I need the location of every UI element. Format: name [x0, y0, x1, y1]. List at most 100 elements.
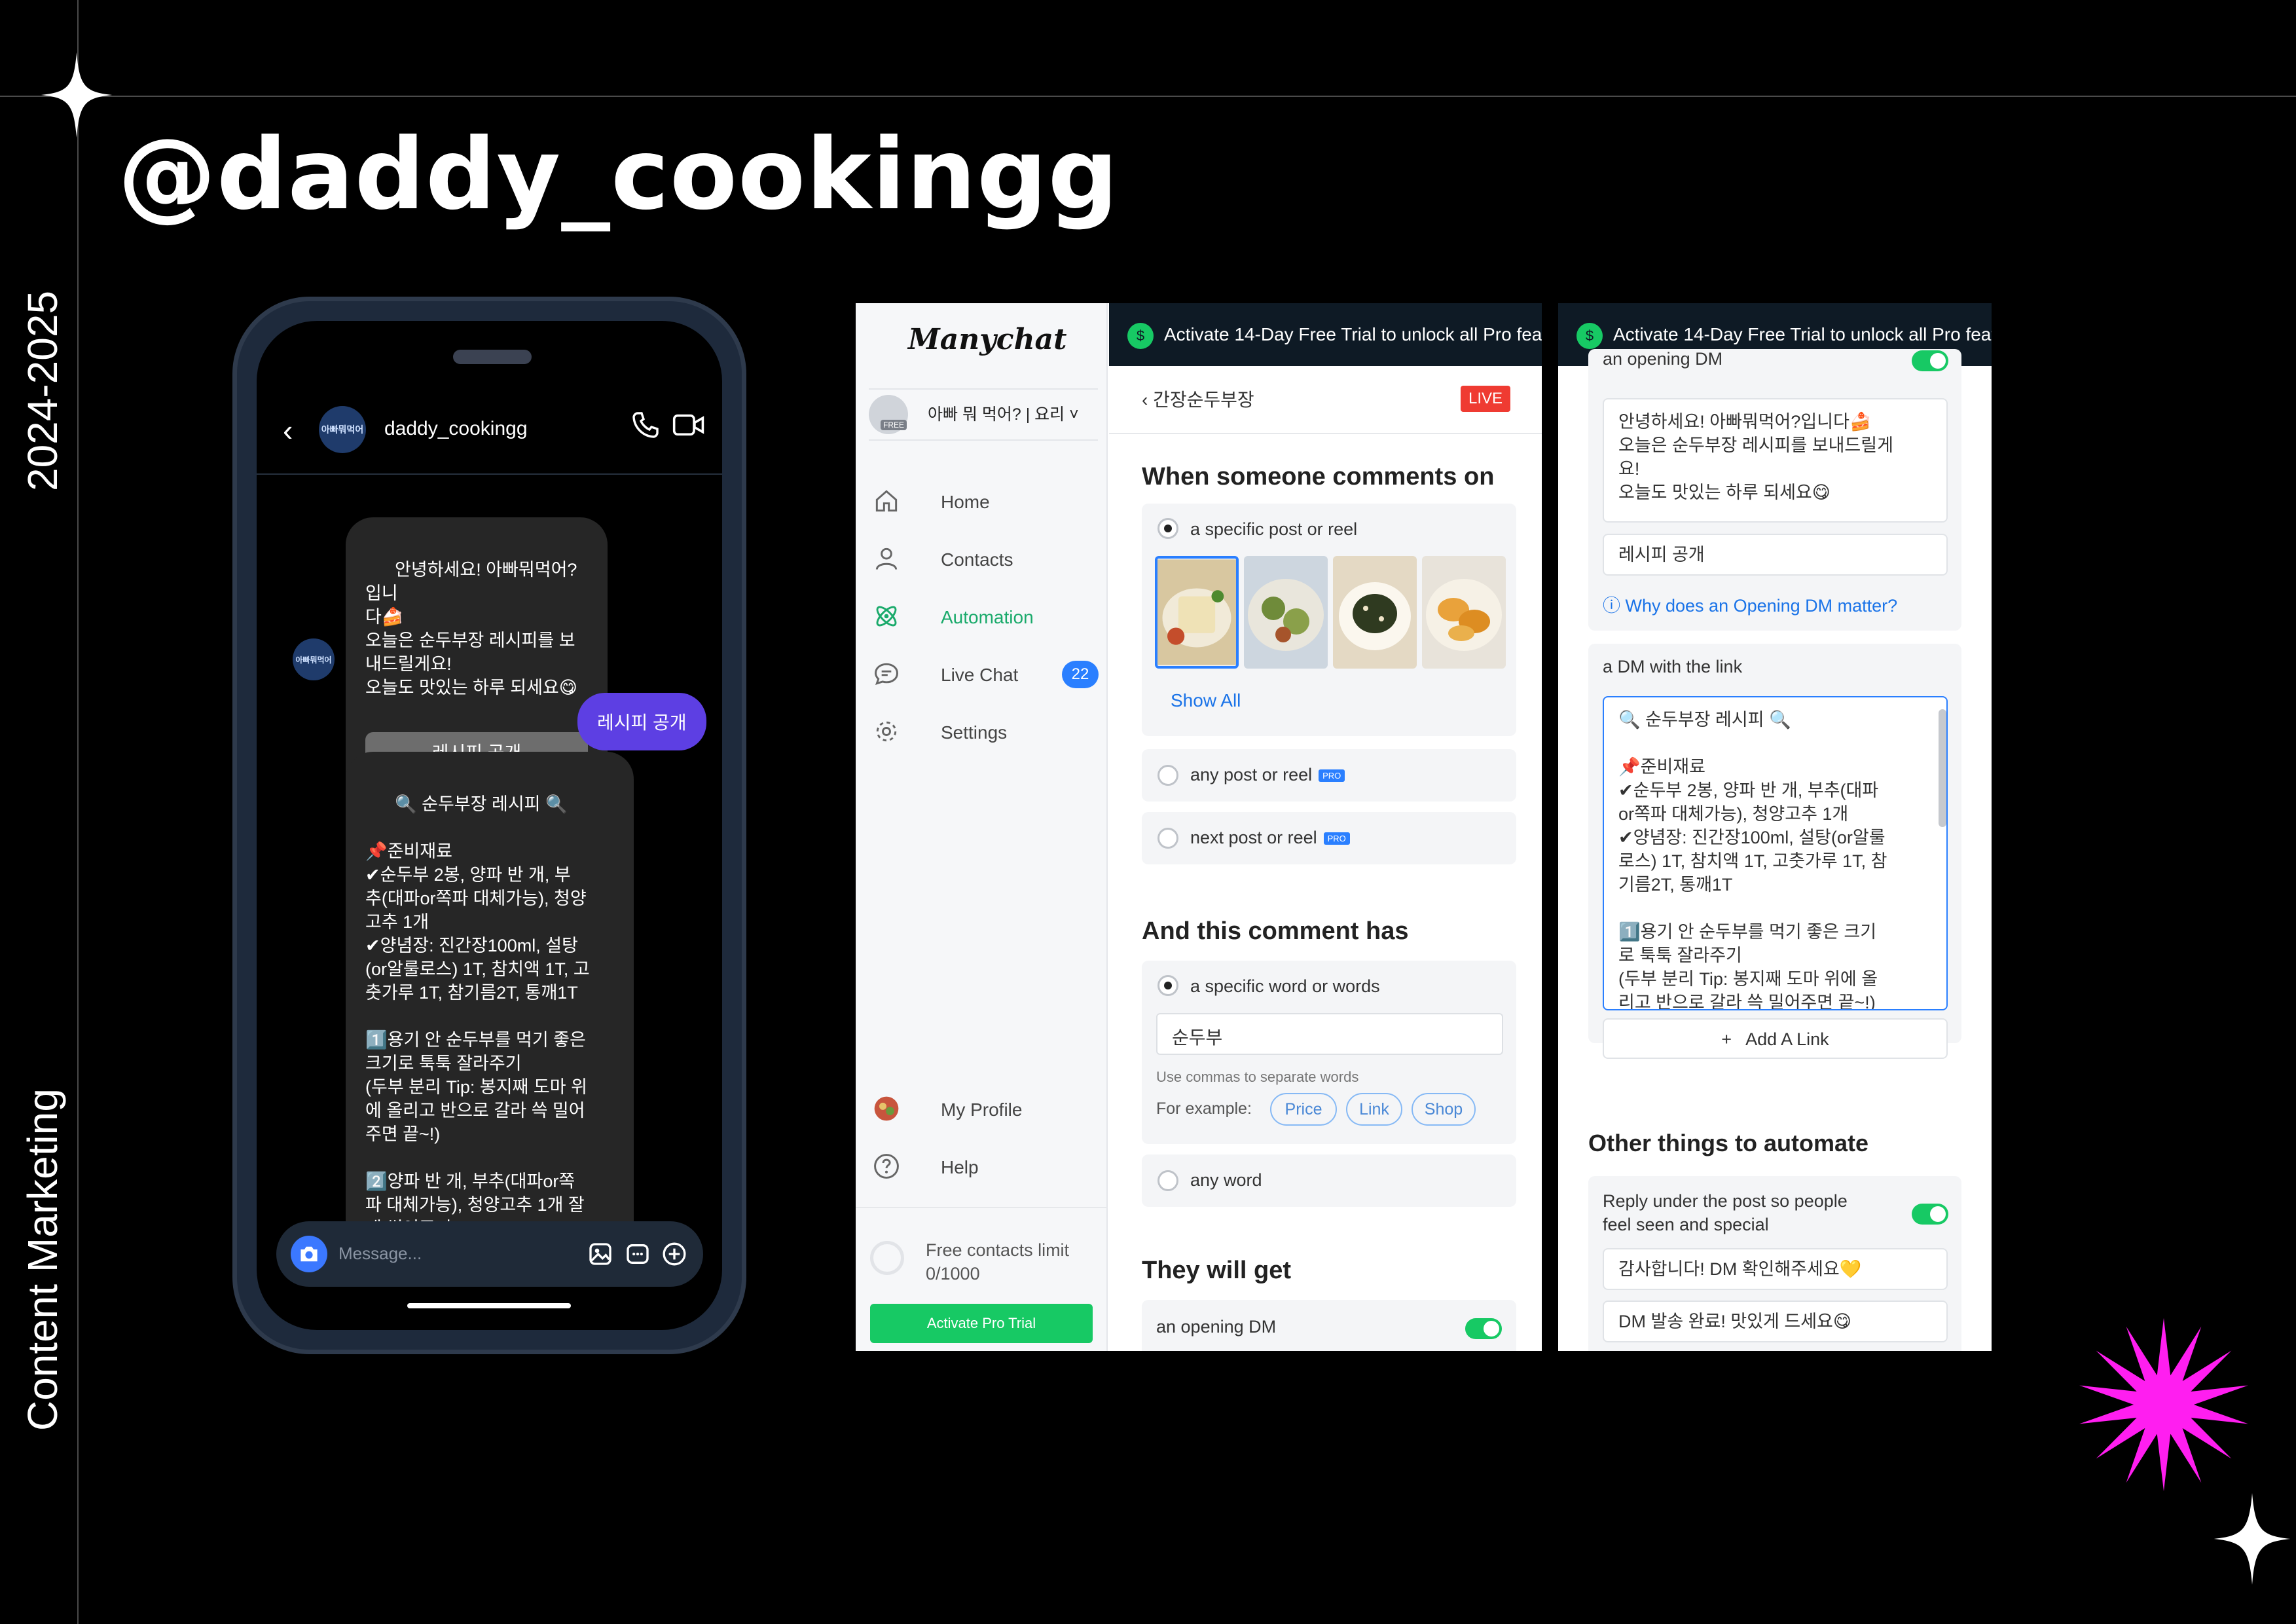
- help-icon: [874, 1154, 899, 1179]
- banner-text: Activate 14-Day Free Trial to unlock all…: [1164, 324, 1542, 344]
- dollar-icon: $: [1127, 322, 1154, 349]
- keyword-option-any[interactable]: any word: [1142, 1154, 1516, 1207]
- contact-name[interactable]: daddy_cookingg: [384, 418, 528, 440]
- contacts-limit-text: Free contacts limit 0/1000: [926, 1240, 1070, 1283]
- section-heading: And this comment has: [1142, 917, 1409, 945]
- opening-dm-label: an opening DM: [1603, 349, 1723, 369]
- opening-dm-label: an opening DM: [1156, 1317, 1277, 1337]
- example-chip[interactable]: Link: [1346, 1093, 1402, 1126]
- message-composer[interactable]: Message...: [276, 1221, 703, 1287]
- divider: [1109, 433, 1542, 434]
- sidebar-item-my-profile[interactable]: My Profile: [872, 1093, 1095, 1126]
- scrollbar[interactable]: [1939, 709, 1946, 827]
- phone-call-icon[interactable]: [630, 409, 661, 441]
- sidebar-item-automation[interactable]: Automation: [872, 600, 1095, 633]
- radio-any-post[interactable]: [1157, 765, 1178, 786]
- contacts-limit-ring: [870, 1241, 904, 1275]
- video-call-icon[interactable]: [672, 413, 705, 437]
- pro-badge: PRO: [1319, 769, 1345, 783]
- dm-button-field[interactable]: 레시피 공개: [1603, 534, 1948, 576]
- trigger-option-any-post[interactable]: any post or reel PRO: [1142, 749, 1516, 802]
- opening-dm-row: an opening DM: [1142, 1300, 1516, 1351]
- option-label: a specific post or reel: [1190, 519, 1358, 539]
- opening-dm-toggle[interactable]: [1465, 1318, 1502, 1339]
- activate-pro-trial-button[interactable]: Activate Pro Trial: [870, 1304, 1093, 1343]
- why-opening-dm-link[interactable]: ⓘ Why does an Opening DM matter?: [1603, 591, 1897, 617]
- left-divider-line: [77, 0, 79, 1624]
- opening-dm-card: an opening DM 안녕하세요! 아빠뭐먹어?입니다🍰 오늘은 순두부장…: [1588, 349, 1961, 631]
- example-chip[interactable]: Price: [1270, 1093, 1337, 1126]
- breadcrumb[interactable]: ‹ 간장순두부장: [1142, 386, 1254, 412]
- home-icon: [875, 490, 898, 512]
- top-divider-line: [0, 96, 2296, 97]
- example-chip[interactable]: Shop: [1412, 1093, 1476, 1126]
- example-label: For example:: [1156, 1099, 1252, 1118]
- camera-icon[interactable]: [291, 1236, 327, 1272]
- message-input[interactable]: Message...: [338, 1244, 422, 1264]
- gallery-icon[interactable]: [587, 1241, 613, 1267]
- opening-dm-toggle[interactable]: [1912, 350, 1948, 371]
- sidebar-item-label: Live Chat: [941, 665, 1019, 685]
- radio-specific-word[interactable]: [1157, 975, 1178, 996]
- dm-link-textarea[interactable]: 🔍 순두부장 레시피 🔍 📌준비재료 ✔순두부 2봉, 양파 반 개, 부추(대…: [1603, 696, 1948, 1010]
- add-link-button[interactable]: + Add A Link: [1603, 1018, 1948, 1059]
- profile-icon: [874, 1096, 899, 1121]
- live-badge: LIVE: [1461, 386, 1511, 412]
- dollar-icon: $: [1576, 322, 1603, 349]
- sidebar-item-live-chat[interactable]: Live Chat 22: [872, 658, 1099, 691]
- option-label: any post or reel PRO: [1190, 765, 1345, 785]
- sidebar: Manychat FREE 아빠 뭐 먹어? | 요리 ˅ Home Conta…: [856, 303, 1108, 1351]
- trigger-option-specific-post[interactable]: a specific post or reel Show All: [1142, 504, 1516, 736]
- reply-option-field[interactable]: 감사합니다! DM 확인해주세요💛: [1603, 1248, 1948, 1290]
- chat-header: ‹ 아빠뭐먹어 daddy_cookingg: [257, 386, 722, 475]
- radio-specific-post[interactable]: [1157, 518, 1178, 539]
- sidebar-item-help[interactable]: Help: [872, 1151, 1095, 1183]
- radio-next-post[interactable]: [1157, 828, 1178, 849]
- sidebar-item-label: My Profile: [941, 1099, 1023, 1120]
- section-label: Content Marketing: [19, 1088, 66, 1431]
- post-thumbnail[interactable]: [1155, 556, 1239, 669]
- home-indicator: [407, 1303, 571, 1308]
- back-icon[interactable]: ‹: [283, 413, 293, 448]
- message-text: 안녕하세요! 아빠뭐먹어?입니 다🍰 오늘은 순두부장 레시피를 보 내드릴게요…: [365, 560, 577, 697]
- manychat-automation-panel: Manychat FREE 아빠 뭐 먹어? | 요리 ˅ Home Conta…: [856, 303, 1542, 1351]
- post-thumbnail[interactable]: [1244, 556, 1328, 669]
- show-all-link[interactable]: Show All: [1171, 690, 1241, 711]
- sidebar-item-label: Contacts: [941, 549, 1013, 570]
- sidebar-item-label: Automation: [941, 607, 1034, 627]
- avatar[interactable]: 아빠뭐먹어: [319, 406, 366, 453]
- unread-badge: 22: [1062, 661, 1099, 688]
- opening-dm-text[interactable]: 안녕하세요! 아빠뭐먹어?입니다🍰 오늘은 순두부장 레시피를 보내드릴게 요!…: [1603, 398, 1948, 523]
- reply-under-post-label: Reply under the post so people feel seen…: [1603, 1191, 1848, 1234]
- divider: [856, 1207, 1108, 1208]
- contacts-icon: [875, 547, 898, 570]
- sparkle-icon: [2214, 1493, 2291, 1585]
- chat-icon: [875, 663, 898, 685]
- automation-icon: [876, 606, 897, 627]
- dm-link-card: a DM with the link 🔍 순두부장 레시피 🔍 📌준비재료 ✔순…: [1588, 644, 1961, 1059]
- sticker-icon[interactable]: [625, 1241, 651, 1267]
- sidebar-item-contacts[interactable]: Contacts: [872, 543, 1095, 576]
- trigger-option-next-post[interactable]: next post or reel PRO: [1142, 812, 1516, 864]
- sparkle-icon: [41, 52, 113, 138]
- reply-option-field[interactable]: DM 발송 완료! 맛있게 드세요😋: [1603, 1301, 1948, 1342]
- option-label: a specific word or words: [1190, 976, 1380, 996]
- account-name[interactable]: 아빠 뭐 먹어? | 요리 ˅: [928, 401, 1079, 425]
- radio-any-word[interactable]: [1157, 1170, 1178, 1191]
- year-label: 2024-2025: [19, 290, 66, 491]
- trial-banner[interactable]: $ Activate 14-Day Free Trial to unlock al…: [1109, 303, 1542, 366]
- sidebar-item-home[interactable]: Home: [872, 485, 1095, 518]
- phone-speaker: [453, 350, 532, 364]
- reply-under-post-toggle[interactable]: [1912, 1204, 1948, 1225]
- sidebar-item-settings[interactable]: Settings: [872, 716, 1095, 748]
- add-icon[interactable]: [661, 1241, 687, 1267]
- option-label: next post or reel PRO: [1190, 828, 1350, 848]
- keyword-option-specific[interactable]: a specific word or words 순두부 Use commas …: [1142, 961, 1516, 1144]
- manychat-logo[interactable]: Manychat: [908, 323, 1066, 356]
- page-title: @daddy_cookingg: [118, 118, 1119, 232]
- post-thumbnail[interactable]: [1422, 556, 1506, 669]
- post-thumbnail[interactable]: [1333, 556, 1417, 669]
- keyword-input[interactable]: 순두부: [1156, 1013, 1503, 1055]
- banner-text: Activate 14-Day Free Trial to unlock all…: [1613, 324, 1992, 344]
- sidebar-item-label: Home: [941, 492, 990, 512]
